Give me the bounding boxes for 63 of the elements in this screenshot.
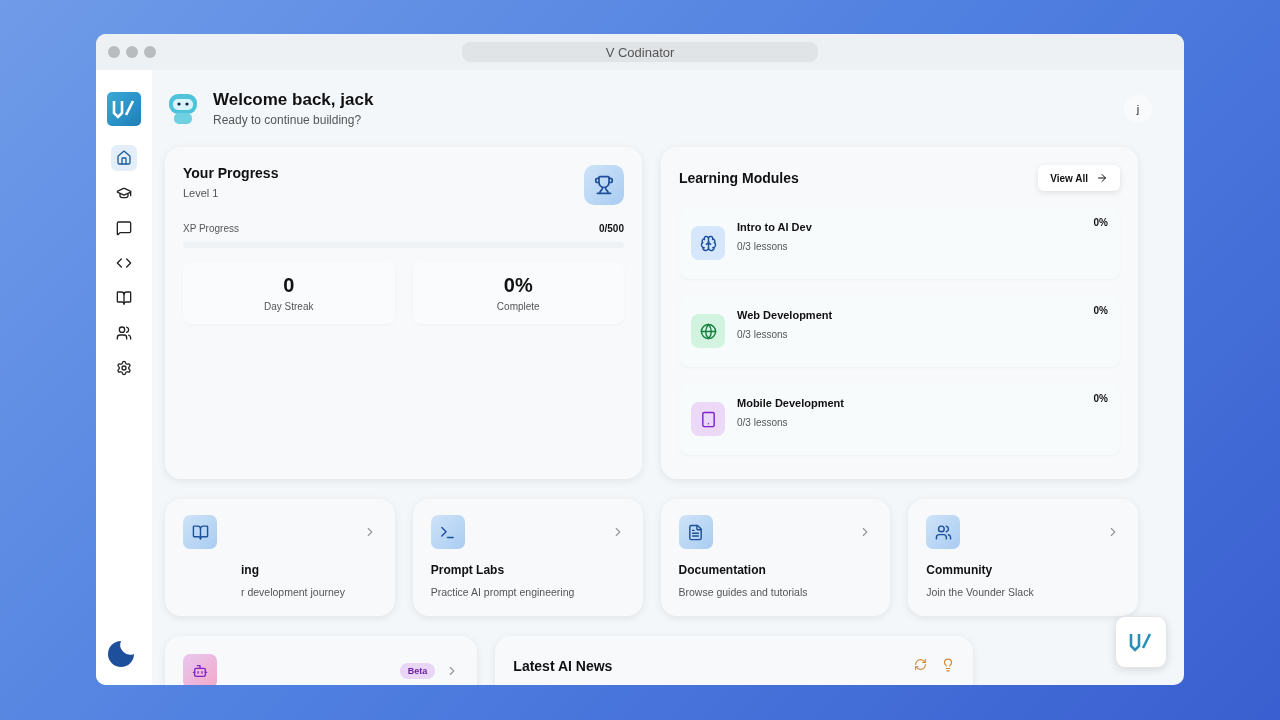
module-percent: 0% [1093,217,1108,228]
window-zoom-dot[interactable] [144,46,156,58]
link-description: r development journey [241,586,346,598]
window-minimize-dot[interactable] [126,46,138,58]
quick-link-card[interactable]: Community Join the Vounder Slack [908,499,1138,616]
link-description: Join the Vounder Slack [926,586,1035,598]
link-icon [926,515,961,549]
stat-value: 0% [503,274,533,297]
assistant-card[interactable]: Beta [165,636,478,685]
nav-icon [116,255,132,271]
nav-icon [116,220,132,236]
beta-badge: Beta [399,663,436,679]
moon-icon[interactable] [106,639,136,669]
module-lessons: 0/3 lessons [737,240,789,252]
link-title: Documentation [678,563,767,577]
module-name: Mobile Development [737,396,845,409]
assistant-launcher-button[interactable] [1115,616,1167,668]
welcome-heading: Welcome back, jack [213,90,375,110]
window-close-dot[interactable] [108,46,120,58]
quick-link-card[interactable]: Prompt Labs Practice AI prompt engineering [412,499,643,616]
link-icon [678,515,713,549]
refresh-icon[interactable] [914,658,928,671]
xp-value: 0/500 [598,223,624,234]
module-lessons: 0/3 lessons [737,416,789,428]
module-name: Web Development [737,308,834,321]
nav-icon [116,360,132,376]
level-label: Level 1 [183,187,220,199]
stat-value: 0 [283,274,295,297]
robot-icon [183,654,217,685]
module-name: Intro to AI Dev [737,220,813,233]
link-title: Community [926,563,994,577]
link-title: ing [241,563,260,577]
card-title: Learning Modules [679,170,799,186]
nav-icon [116,290,132,306]
link-description: Browse guides and tutorials [678,586,809,598]
xp-label: XP Progress [183,223,239,234]
module-row[interactable]: Intro to AI Dev 0/3 lessons 0% [679,207,1120,279]
arrow-right-icon [1096,172,1108,184]
v-logo-icon [111,99,137,119]
nav-icon [116,325,132,341]
news-title: Latest AI News [513,658,613,674]
welcome-subtitle: Ready to continue building? [213,113,363,127]
quick-link-card[interactable]: Documentation Browse guides and tutorials [660,499,891,616]
v-logo-icon [1128,632,1154,652]
module-lessons: 0/3 lessons [737,328,789,340]
view-all-button[interactable]: View All [1038,165,1120,191]
trophy-icon [584,165,624,205]
link-icon [430,515,465,549]
module-percent: 0% [1093,305,1108,316]
module-row[interactable]: Web Development 0/3 lessons 0% [679,295,1120,367]
stat-label: Complete [496,301,540,312]
window-title: V Codinator [462,42,818,62]
link-description: Practice AI prompt engineering [430,586,576,598]
link-title: Prompt Labs [430,563,506,577]
card-title: Your Progress [183,165,279,181]
user-avatar[interactable]: j [1124,94,1152,123]
quick-link-card[interactable]: ing r development journey [165,499,395,616]
link-icon [183,515,217,549]
module-row[interactable]: Mobile Development 0/3 lessons 0% [679,383,1120,455]
nav-icon [116,185,132,201]
stat-label: Day Streak [264,301,314,312]
module-percent: 0% [1093,393,1108,404]
nav-icon [116,150,132,166]
